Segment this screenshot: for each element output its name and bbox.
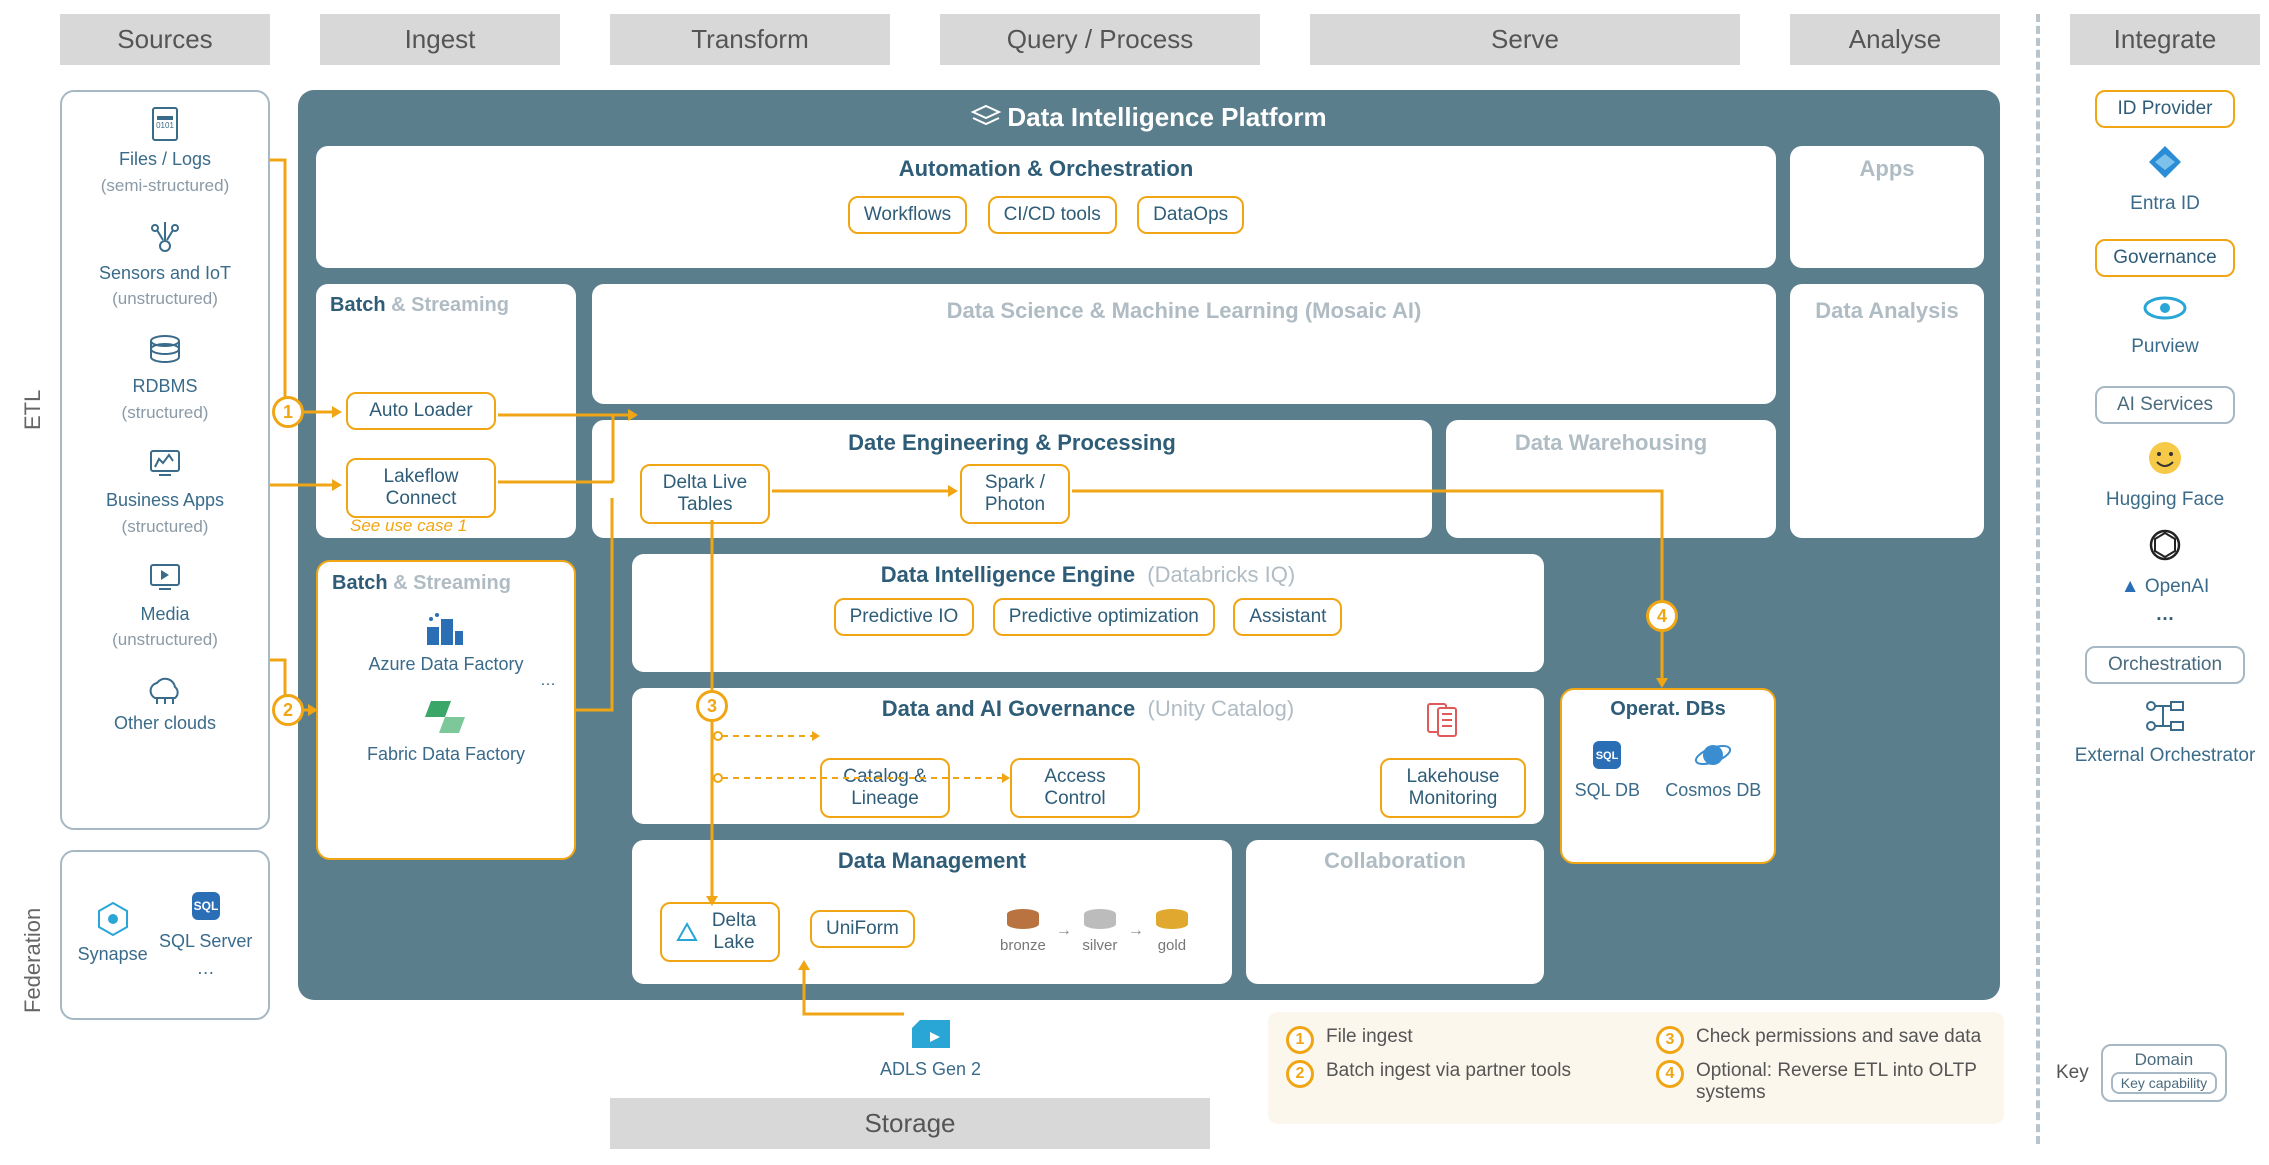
medallion: bronze → silver → gold [1000, 908, 1190, 954]
svg-text:SQL: SQL [1596, 750, 1619, 762]
src-other-title: Other clouds [62, 713, 268, 734]
card-automation: Automation & Orchestration Workflows CI/… [316, 146, 1776, 268]
flow-step1 [270, 160, 350, 420]
src-bizapps: Business Apps (structured) [62, 445, 268, 537]
integrate-col: ID Provider Entra ID Governance Purview … [2070, 90, 2260, 767]
svg-text:0101: 0101 [156, 121, 174, 130]
database-icon [145, 331, 185, 371]
ingest-batch-streaming-2: Batch & Streaming Azure Data Factory … F… [316, 560, 576, 860]
pill-predictive-io: Predictive IO [834, 598, 975, 636]
pill-dlt: Delta Live Tables [640, 464, 770, 524]
src-files-sub: (semi-structured) [62, 176, 268, 196]
src-media-title: Media [62, 604, 268, 625]
src-media-sub: (unstructured) [62, 630, 268, 650]
pill-delta-lake: Delta Lake [660, 902, 780, 962]
src-sensors: Sensors and IoT (unstructured) [62, 218, 268, 310]
federation-box: Synapse SQL SQL Server … [60, 850, 270, 1020]
pill-access: Access Control [1010, 758, 1140, 818]
src-bizapps-sub: (structured) [62, 517, 268, 537]
step-2: 2 [272, 694, 304, 726]
monitor-icon [145, 445, 185, 485]
src-rdbms-sub: (structured) [62, 403, 268, 423]
report-icon [1424, 700, 1464, 740]
orchestrator-icon [2143, 698, 2187, 734]
automation-title: Automation & Orchestration [316, 156, 1776, 182]
flow-dlt-spark [772, 486, 964, 496]
legend: 1File ingest 2Batch ingest via partner t… [1268, 1012, 2004, 1124]
card-data-analysis: Data Analysis [1790, 284, 1984, 538]
synapse-icon [93, 899, 133, 939]
openai-icon [2145, 525, 2185, 565]
col-ingest: Ingest [320, 14, 560, 65]
src-rdbms: RDBMS (structured) [62, 331, 268, 423]
card-collab: Collaboration [1246, 840, 1544, 984]
pill-cicd: CI/CD tools [988, 196, 1117, 234]
adls: ADLS Gen 2 [880, 1014, 981, 1086]
label-federation: Federation [20, 870, 46, 1050]
col-sources: Sources [60, 14, 270, 65]
card-operat-dbs: Operat. DBs SQL SQL DB Cosmos DB [1560, 688, 1776, 864]
flow-ingest2-dlt [576, 498, 646, 718]
src-media: Media (unstructured) [62, 559, 268, 651]
key-legend: Key Domain Key capability [2056, 1044, 2227, 1102]
sql-db: SQL SQL DB [1575, 735, 1640, 807]
fabric-icon [421, 695, 471, 739]
separator [2036, 14, 2040, 1144]
storage-header: Storage [610, 1098, 1210, 1149]
label-etl: ETL [20, 350, 46, 470]
step-4: 4 [1646, 600, 1678, 632]
src-files: 0101 Files / Logs (semi-structured) [62, 104, 268, 196]
file-icon: 0101 [145, 104, 185, 144]
step-3: 3 [696, 690, 728, 722]
pill-governance: Governance [2095, 239, 2235, 277]
pill-uniform: UniForm [810, 910, 915, 948]
col-transform: Transform [610, 14, 890, 65]
stack-icon [971, 104, 1001, 130]
media-icon [145, 559, 185, 599]
hf-icon [2145, 438, 2185, 478]
fed-synapse: Synapse [78, 899, 148, 971]
src-other: Other clouds [62, 672, 268, 734]
pill-auto-loader: Auto Loader [346, 392, 496, 430]
card-dsml: Data Science & Machine Learning (Mosaic … [592, 284, 1776, 404]
src-bizapps-title: Business Apps [62, 490, 268, 511]
flow-dashed-gov [712, 730, 1012, 786]
adf-icon [421, 609, 471, 649]
col-integrate: Integrate [2070, 14, 2260, 65]
pill-lakeflow: Lakeflow Connect [346, 458, 496, 518]
note-usecase1: See use case 1 [350, 516, 467, 536]
pill-dataops: DataOps [1137, 196, 1244, 234]
src-sensors-title: Sensors and IoT [62, 263, 268, 284]
svg-text:SQL: SQL [193, 899, 218, 913]
fed-sqlserver: SQL SQL Server … [159, 886, 252, 984]
src-files-title: Files / Logs [62, 149, 268, 170]
flow-ingest1-dlt [498, 410, 644, 490]
platform-title: Data Intelligence Platform [298, 90, 2000, 133]
card-apps: Apps [1790, 146, 1984, 268]
entra-icon [2145, 142, 2185, 182]
purview-icon [2143, 291, 2187, 325]
pill-orchestration: Orchestration [2085, 646, 2245, 684]
src-rdbms-title: RDBMS [62, 376, 268, 397]
sensor-icon [145, 218, 185, 258]
pill-spark: Spark / Photon [960, 464, 1070, 524]
step-1: 1 [272, 396, 304, 428]
sources-box: 0101 Files / Logs (semi-structured) Sens… [60, 90, 270, 830]
col-query: Query / Process [940, 14, 1260, 65]
storage-icon [906, 1014, 956, 1054]
flow-bizapps [270, 480, 350, 490]
col-serve: Serve [1310, 14, 1740, 65]
pill-monitoring: Lakehouse Monitoring [1380, 758, 1526, 818]
delta-icon [676, 921, 698, 943]
pill-ai-services: AI Services [2095, 386, 2235, 424]
flow-spark-operat [1072, 486, 1672, 696]
cloud-icon [143, 672, 187, 708]
pill-workflows: Workflows [848, 196, 967, 234]
flow-adls-delta [800, 958, 910, 1018]
sql-icon: SQL [186, 886, 226, 926]
col-analyse: Analyse [1790, 14, 2000, 65]
cosmos-db: Cosmos DB [1665, 735, 1761, 807]
pill-id-provider: ID Provider [2095, 90, 2235, 128]
src-sensors-sub: (unstructured) [62, 289, 268, 309]
